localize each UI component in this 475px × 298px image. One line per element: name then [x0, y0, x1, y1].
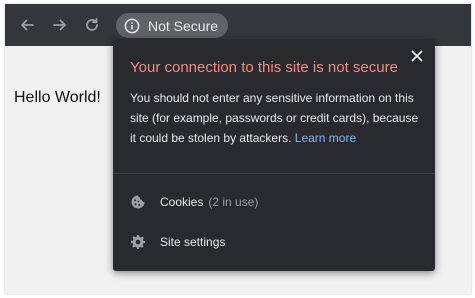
forward-arrow-icon: [53, 19, 66, 31]
cookies-row[interactable]: Cookies (2 in use): [113, 184, 435, 220]
security-chip-label: Not Secure: [148, 17, 219, 34]
page-text: Hello World!: [14, 89, 101, 106]
security-chip[interactable]: Not Secure: [116, 13, 229, 38]
forward-button[interactable]: [49, 14, 71, 36]
site-settings-label: Site settings: [160, 235, 226, 249]
reload-button[interactable]: [81, 14, 103, 36]
site-settings-row[interactable]: Site settings: [113, 224, 435, 260]
reload-icon: [86, 17, 98, 31]
gear-icon: [130, 234, 146, 250]
close-icon: [411, 50, 423, 62]
browser-window: Not Secure Hello World! Your connection …: [5, 4, 471, 294]
info-icon: [124, 18, 140, 34]
close-button[interactable]: [409, 48, 425, 64]
divider: [113, 173, 435, 174]
popup-title: Your connection to this site is not secu…: [130, 59, 398, 76]
site-info-popup: Your connection to this site is not secu…: [113, 39, 435, 271]
cookies-count: (2 in use): [208, 195, 259, 209]
cookie-icon: [130, 194, 146, 210]
back-arrow-icon: [21, 19, 34, 31]
cookies-label: Cookies: [160, 195, 204, 209]
learn-more-link[interactable]: Learn more: [295, 131, 356, 145]
back-button[interactable]: [16, 14, 38, 36]
warning-text: You should not enter any sensitive infor…: [130, 91, 419, 145]
warning-text-block: You should not enter any sensitive infor…: [130, 88, 420, 148]
